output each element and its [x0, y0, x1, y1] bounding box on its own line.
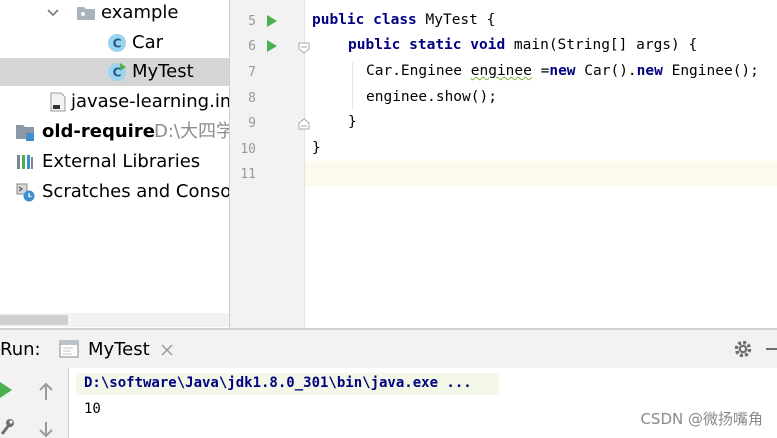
- run-main-gutter-icon[interactable]: [266, 40, 278, 52]
- tree-item-mytest[interactable]: C MyTest: [0, 58, 229, 86]
- arrow-up-icon[interactable]: [38, 383, 54, 401]
- run-tab-label: MyTest: [88, 339, 150, 360]
- scrollbar-thumb[interactable]: [0, 315, 68, 325]
- tree-item-example[interactable]: example: [0, 0, 229, 28]
- tree-item-label: Car: [132, 32, 163, 53]
- arrow-down-icon[interactable]: [38, 422, 54, 438]
- minimize-icon[interactable]: [766, 348, 777, 351]
- tree-item-label: Scratches and Consoles: [42, 181, 229, 202]
- gear-icon[interactable]: [733, 339, 753, 359]
- line-number: 5: [248, 14, 256, 29]
- horizontal-scrollbar[interactable]: [0, 313, 229, 327]
- close-tab-icon[interactable]: [161, 344, 173, 356]
- java-class-icon: C: [108, 34, 126, 52]
- tree-item-label: External Libraries: [42, 151, 201, 172]
- keyword: static: [409, 37, 462, 53]
- run-label: Run:: [0, 339, 41, 360]
- code-line-9: }: [348, 114, 357, 130]
- code-line-7: Car.Enginee enginee =new Car().new Engin…: [366, 63, 759, 79]
- chevron-down-icon[interactable]: [46, 6, 60, 20]
- line-number: 7: [248, 65, 256, 80]
- tree-item-scratches[interactable]: Scratches and Consoles: [0, 178, 229, 206]
- tree-item-car[interactable]: C Car: [0, 29, 229, 57]
- scratches-icon: [16, 183, 35, 202]
- wrench-icon[interactable]: [0, 418, 14, 436]
- console-icon: [59, 340, 79, 358]
- keyword: new: [636, 63, 663, 79]
- rerun-icon[interactable]: [0, 382, 12, 398]
- line-number: 6: [248, 39, 256, 54]
- code-text: main(String[] args) {: [505, 37, 698, 53]
- iml-file-icon: [50, 92, 66, 112]
- line-number: 9: [248, 116, 256, 131]
- project-tree: example C Car C MyTest javase-learning.i…: [0, 0, 229, 328]
- svg-text:C: C: [113, 37, 122, 51]
- keyword: public: [312, 12, 365, 28]
- tree-item-path: D:\大四学: [154, 121, 229, 142]
- fold-close-icon[interactable]: [298, 118, 310, 130]
- keyword: new: [549, 63, 576, 79]
- console-output-line: 10: [84, 401, 101, 417]
- console-command[interactable]: D:\software\Java\jdk1.8.0_301\bin\java.e…: [84, 375, 472, 391]
- keyword: public: [348, 37, 401, 53]
- indent-guide: [352, 62, 353, 110]
- run-class-gutter-icon[interactable]: [266, 15, 278, 27]
- current-line-highlight: [305, 161, 777, 186]
- tree-item-old-require[interactable]: old-require D:\大四学: [0, 118, 229, 146]
- java-runnable-class-icon: C: [108, 63, 126, 81]
- keyword: void: [470, 37, 506, 53]
- code-line-10: }: [312, 140, 321, 156]
- fold-open-icon[interactable]: [298, 42, 310, 54]
- tree-item-iml[interactable]: javase-learning.iml: [0, 88, 229, 116]
- line-number: 10: [240, 142, 256, 157]
- code-line-8: enginee.show();: [366, 89, 497, 105]
- code-text: Car().: [575, 63, 637, 79]
- line-number: 8: [248, 91, 256, 106]
- keyword: class: [373, 12, 417, 28]
- code-text: Enginee();: [662, 63, 759, 79]
- code-text: =: [531, 63, 550, 79]
- watermark: CSDN @微扬嘴角: [640, 410, 763, 428]
- tree-item-label: javase-learning.iml: [71, 91, 229, 112]
- tree-item-external-libraries[interactable]: External Libraries: [0, 148, 229, 176]
- code-line-5: public class MyTest {: [312, 12, 495, 28]
- line-number: 11: [240, 167, 256, 182]
- libraries-icon: [17, 155, 33, 169]
- module-folder-icon: [16, 125, 34, 141]
- tree-item-label: MyTest: [132, 61, 194, 82]
- tree-item-label: old-require: [42, 121, 155, 142]
- tree-item-label: example: [101, 2, 179, 23]
- code-line-6: public static void main(String[] args) {: [348, 37, 697, 53]
- unused-variable: enginee: [470, 63, 532, 79]
- package-folder-icon: [77, 7, 95, 20]
- code-text: Car.Enginee: [366, 63, 471, 79]
- code-text: MyTest {: [416, 12, 496, 28]
